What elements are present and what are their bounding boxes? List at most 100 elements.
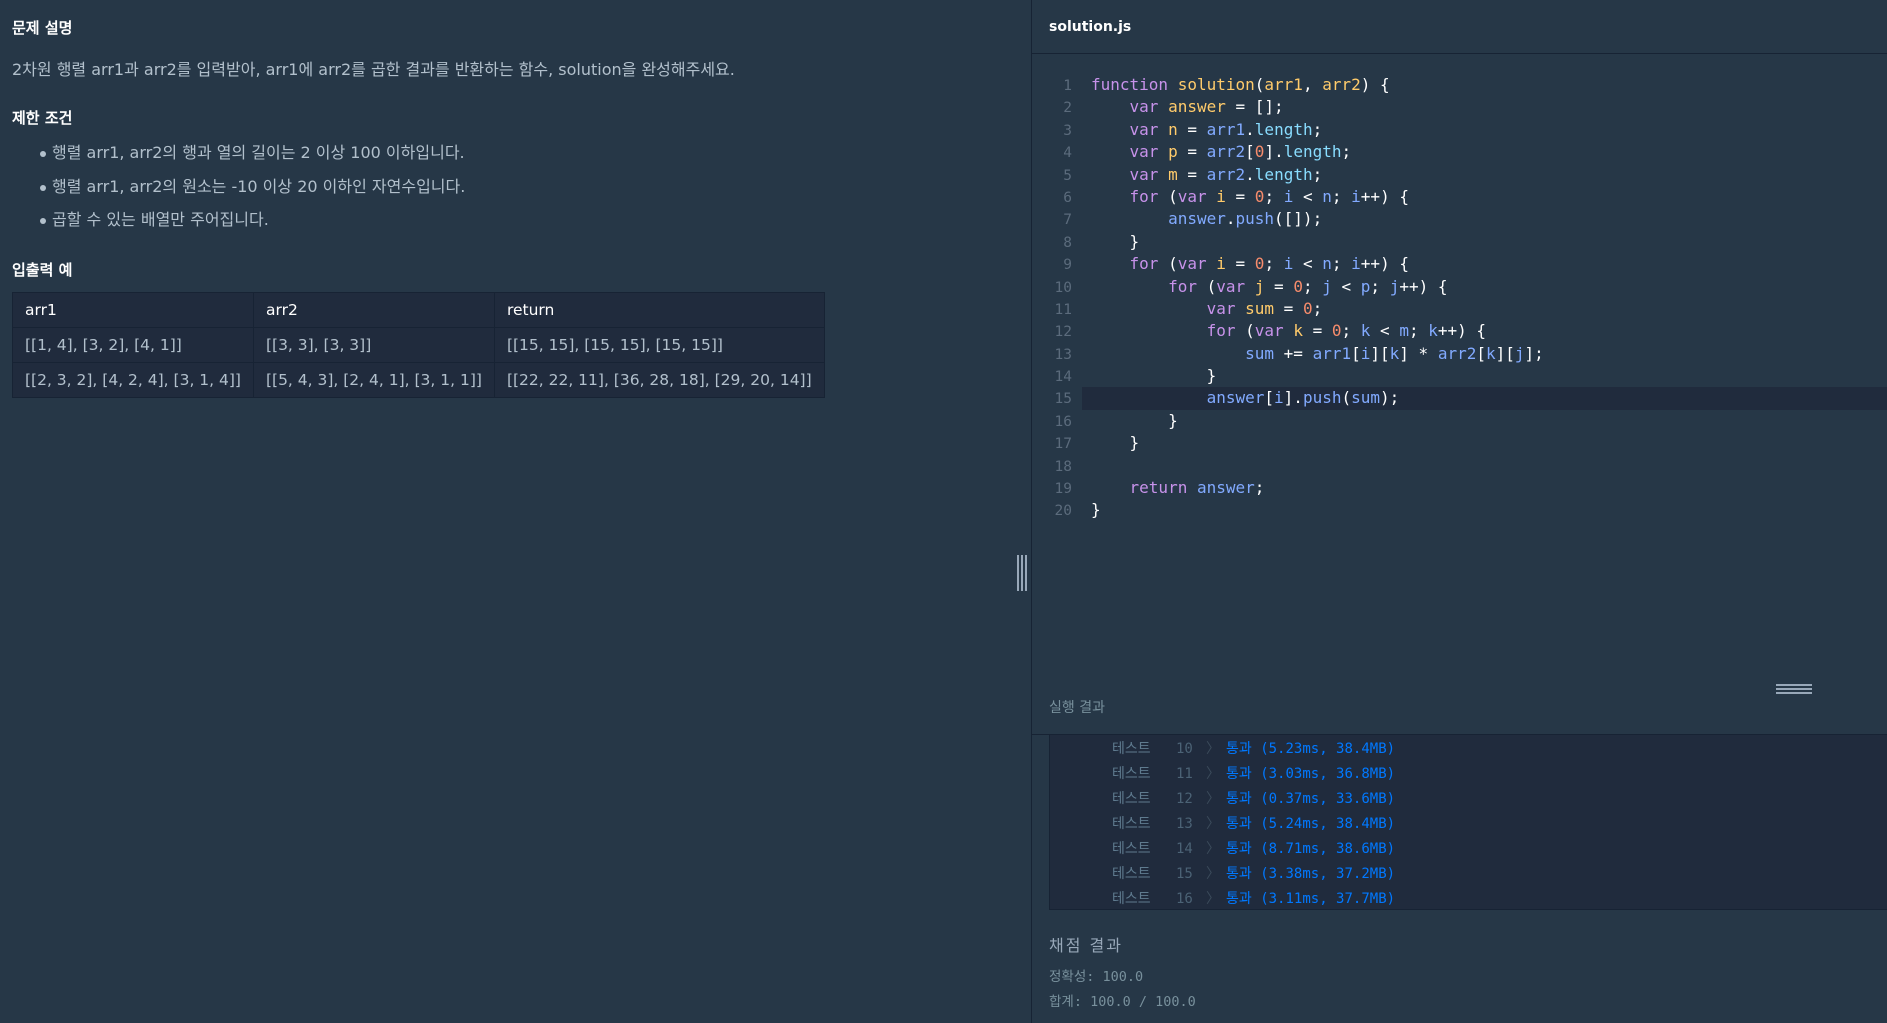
test-result-row: 테스트 16 〉 통과 (3.11ms, 37.7MB)	[1050, 887, 1887, 912]
test-pass-result: 통과 (3.03ms, 36.8MB)	[1226, 766, 1396, 782]
code-line[interactable]: 14 }	[1032, 365, 1887, 387]
test-label: 테스트	[1112, 891, 1151, 907]
test-result-row: 테스트 11 〉 통과 (3.03ms, 36.8MB)	[1050, 762, 1887, 787]
code-line[interactable]: 4 var p = arr2[0].length;	[1032, 141, 1887, 163]
chevron-right-icon: 〉	[1206, 816, 1220, 832]
table-row: [[2, 3, 2], [4, 2, 4], [3, 1, 4]] [[5, 4…	[12, 362, 825, 398]
code-line[interactable]: 18	[1032, 455, 1887, 477]
line-number: 18	[1054, 458, 1072, 475]
test-result-row: 테스트 12 〉 통과 (0.37ms, 33.6MB)	[1050, 787, 1887, 812]
table-cell: [[1, 4], [3, 2], [4, 1]]	[12, 327, 254, 363]
code-line[interactable]: 20}	[1032, 499, 1887, 521]
code-editor[interactable]: 1 function solution(arr1, arr2) {2 var an…	[1032, 74, 1887, 524]
line-number: 14	[1054, 369, 1072, 386]
constraints-list: 행렬 arr1, arr2의 행과 열의 길이는 2 이상 100 이하입니다.…	[12, 141, 465, 242]
code-line[interactable]: 7 answer.push([]);	[1032, 208, 1887, 230]
code-line[interactable]: 16 }	[1032, 410, 1887, 432]
examples-table: arr1 arr2 return [[1, 4], [3, 2], [4, 1]…	[12, 292, 825, 398]
line-number: 7	[1063, 212, 1072, 229]
test-result-row: 테스트 10 〉 통과 (5.23ms, 38.4MB)	[1050, 737, 1887, 762]
code-line[interactable]: 9 for (var i = 0; i < n; i++) {	[1032, 253, 1887, 275]
results-list[interactable]: 테스트 10 〉 통과 (5.23ms, 38.4MB) 테스트 11 〉 통과 (3.03m…	[1049, 735, 1887, 910]
code-text: }	[1091, 500, 1101, 520]
problem-panel: 문제 설명 2차원 행렬 arr1과 arr2를 입력받아, arr1에 arr…	[0, 0, 1031, 1023]
chevron-right-icon: 〉	[1206, 741, 1220, 757]
file-tab[interactable]: solution.js	[1032, 0, 1887, 54]
code-text: var m = arr2.length;	[1129, 164, 1323, 184]
code-line[interactable]: 15 answer[i].push(sum);	[1055, 387, 1887, 410]
test-label: 테스트	[1112, 866, 1151, 882]
test-label: 테스트	[1112, 816, 1151, 832]
code-line[interactable]: 17 }	[1032, 432, 1887, 454]
results-header: 실행 결과	[1032, 680, 1887, 735]
chevron-right-icon: 〉	[1206, 766, 1220, 782]
test-number: 13	[1176, 816, 1193, 832]
code-text: for (var j = 0; j < p; j++) {	[1168, 276, 1448, 296]
line-number: 19	[1054, 481, 1072, 498]
table-cell: [[2, 3, 2], [4, 2, 4], [3, 1, 4]]	[12, 362, 254, 398]
test-number: 16	[1176, 891, 1193, 907]
test-result-row: 테스트 15 〉 통과 (3.38ms, 37.2MB)	[1050, 862, 1887, 887]
code-text: for (var i = 0; i < n; i++) {	[1129, 254, 1409, 274]
test-pass-result: 통과 (5.23ms, 38.4MB)	[1226, 741, 1396, 757]
code-line[interactable]: 5 var m = arr2.length;	[1032, 164, 1887, 186]
constraint-item: 곱할 수 있는 배열만 주어집니다.	[12, 208, 465, 242]
table-cell: [[22, 22, 11], [36, 28, 18], [29, 20, 14…	[493, 362, 825, 398]
code-text: }	[1091, 366, 1217, 386]
code-line[interactable]: 19 return answer;	[1032, 477, 1887, 499]
code-text: answer[i].push(sum);	[1206, 388, 1400, 408]
line-number: 13	[1054, 346, 1072, 363]
test-label: 테스트	[1112, 791, 1151, 807]
line-number: 10	[1054, 279, 1072, 296]
line-number: 20	[1054, 503, 1072, 520]
grade-section: 채점 결과 정확성: 100.0 합계: 100.0 / 100.0	[1049, 932, 1196, 1010]
line-number: 9	[1063, 257, 1072, 274]
test-number: 12	[1176, 791, 1193, 807]
test-number: 10	[1176, 741, 1193, 757]
line-number: 16	[1054, 413, 1072, 430]
code-line[interactable]: 1 function solution(arr1, arr2) {	[1032, 74, 1887, 96]
code-line[interactable]: 3 var n = arr1.length;	[1032, 119, 1887, 141]
test-label: 테스트	[1112, 741, 1151, 757]
code-text: return answer;	[1129, 478, 1265, 498]
description-text: 2차원 행렬 arr1과 arr2를 입력받아, arr1에 arr2를 곱한 …	[12, 60, 735, 79]
test-pass-result: 통과 (3.11ms, 37.7MB)	[1226, 891, 1396, 907]
table-header: arr2	[252, 292, 495, 328]
table-row: [[1, 4], [3, 2], [4, 1]] [[3, 3], [3, 3]…	[12, 327, 825, 363]
table-cell: [[3, 3], [3, 3]]	[252, 327, 495, 363]
code-line[interactable]: 12 for (var k = 0; k < m; k++) {	[1032, 320, 1887, 342]
code-line[interactable]: 10 for (var j = 0; j < p; j++) {	[1032, 276, 1887, 298]
code-line[interactable]: 2 var answer = [];	[1032, 96, 1887, 118]
code-text: answer.push([]);	[1168, 209, 1323, 229]
code-text: var answer = [];	[1129, 97, 1284, 117]
test-number: 14	[1176, 841, 1193, 857]
test-pass-result: 통과 (0.37ms, 33.6MB)	[1226, 791, 1396, 807]
code-text: }	[1091, 231, 1140, 251]
chevron-right-icon: 〉	[1206, 791, 1220, 807]
file-tab-label: solution.js	[1049, 18, 1132, 35]
line-number: 11	[1054, 301, 1072, 318]
table-header: arr1	[12, 292, 254, 328]
vertical-resize-handle[interactable]	[1016, 555, 1028, 591]
test-pass-result: 통과 (3.38ms, 37.2MB)	[1226, 866, 1396, 882]
table-header: return	[493, 292, 825, 328]
code-text: var n = arr1.length;	[1129, 119, 1323, 139]
code-line[interactable]: 6 for (var i = 0; i < n; i++) {	[1032, 186, 1887, 208]
grade-accuracy: 정확성: 100.0	[1049, 969, 1144, 985]
code-line[interactable]: 8 }	[1032, 231, 1887, 253]
chevron-right-icon: 〉	[1206, 866, 1220, 882]
description-heading: 문제 설명	[12, 19, 73, 37]
code-line[interactable]: 11 var sum = 0;	[1032, 298, 1887, 320]
code-text: for (var k = 0; k < m; k++) {	[1206, 321, 1487, 341]
grade-total: 합계: 100.0 / 100.0	[1049, 994, 1196, 1010]
constraint-item: 행렬 arr1, arr2의 행과 열의 길이는 2 이상 100 이하입니다.	[12, 141, 465, 175]
line-number: 8	[1063, 234, 1072, 251]
table-cell: [[5, 4, 3], [2, 4, 1], [3, 1, 1]]	[252, 362, 495, 398]
code-line[interactable]: 13 sum += arr1[i][k] * arr2[k][j];	[1032, 343, 1887, 365]
constraints-heading: 제한 조건	[12, 109, 73, 127]
test-pass-result: 통과 (8.71ms, 38.6MB)	[1226, 841, 1396, 857]
line-number: 17	[1054, 436, 1072, 453]
constraint-item: 행렬 arr1, arr2의 원소는 -10 이상 20 이하인 자연수입니다.	[12, 175, 465, 209]
line-number: 3	[1063, 122, 1072, 139]
line-number: 6	[1063, 189, 1072, 206]
